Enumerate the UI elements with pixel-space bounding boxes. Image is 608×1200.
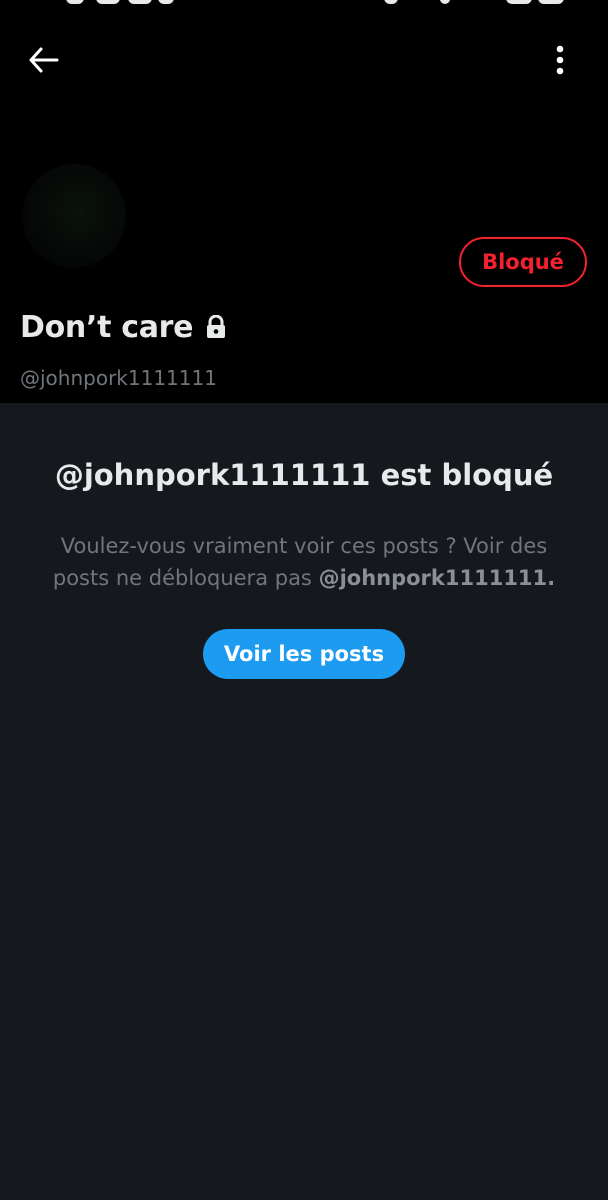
profile-handle: @johnpork1111111 bbox=[20, 366, 217, 390]
status-bar-fragment bbox=[96, 0, 120, 4]
arrow-left-icon bbox=[29, 47, 59, 73]
avatar[interactable] bbox=[22, 164, 126, 268]
profile-header: Bloqué Don’t care @johnpork1111111 bbox=[0, 0, 608, 403]
back-button[interactable] bbox=[22, 40, 66, 80]
lock-icon bbox=[205, 315, 227, 339]
status-bar-fragment bbox=[384, 0, 398, 4]
blocked-description-line1: Voulez-vous vraiment voir ces posts ? Vo… bbox=[60, 534, 548, 558]
blocked-description-text: posts ne débloquera pas bbox=[52, 566, 319, 590]
status-bar-fragment bbox=[506, 0, 532, 4]
blocked-button[interactable]: Bloqué bbox=[459, 237, 587, 287]
blocked-description-handle: @johnpork1111111. bbox=[318, 566, 556, 590]
blocked-description-line2: posts ne débloquera pas @johnpork1111111… bbox=[40, 562, 568, 594]
status-bar-fragment bbox=[538, 0, 564, 4]
status-bar-fragment bbox=[66, 0, 84, 4]
blocked-title: @johnpork1111111 est bloqué bbox=[54, 458, 554, 492]
display-name: Don’t care bbox=[20, 309, 194, 345]
status-bar bbox=[0, 0, 608, 6]
status-bar-fragment bbox=[158, 0, 174, 4]
profile-screen: Bloqué Don’t care @johnpork1111111 @john… bbox=[0, 0, 608, 1200]
blocked-description: Voulez-vous vraiment voir ces posts ? Vo… bbox=[40, 530, 568, 594]
display-name-row: Don’t care bbox=[20, 306, 227, 348]
status-bar-fragment bbox=[440, 0, 450, 4]
more-vertical-icon bbox=[556, 45, 564, 75]
view-posts-button[interactable]: Voir les posts bbox=[203, 629, 405, 679]
status-bar-fragment bbox=[128, 0, 152, 4]
more-options-button[interactable] bbox=[540, 40, 580, 80]
